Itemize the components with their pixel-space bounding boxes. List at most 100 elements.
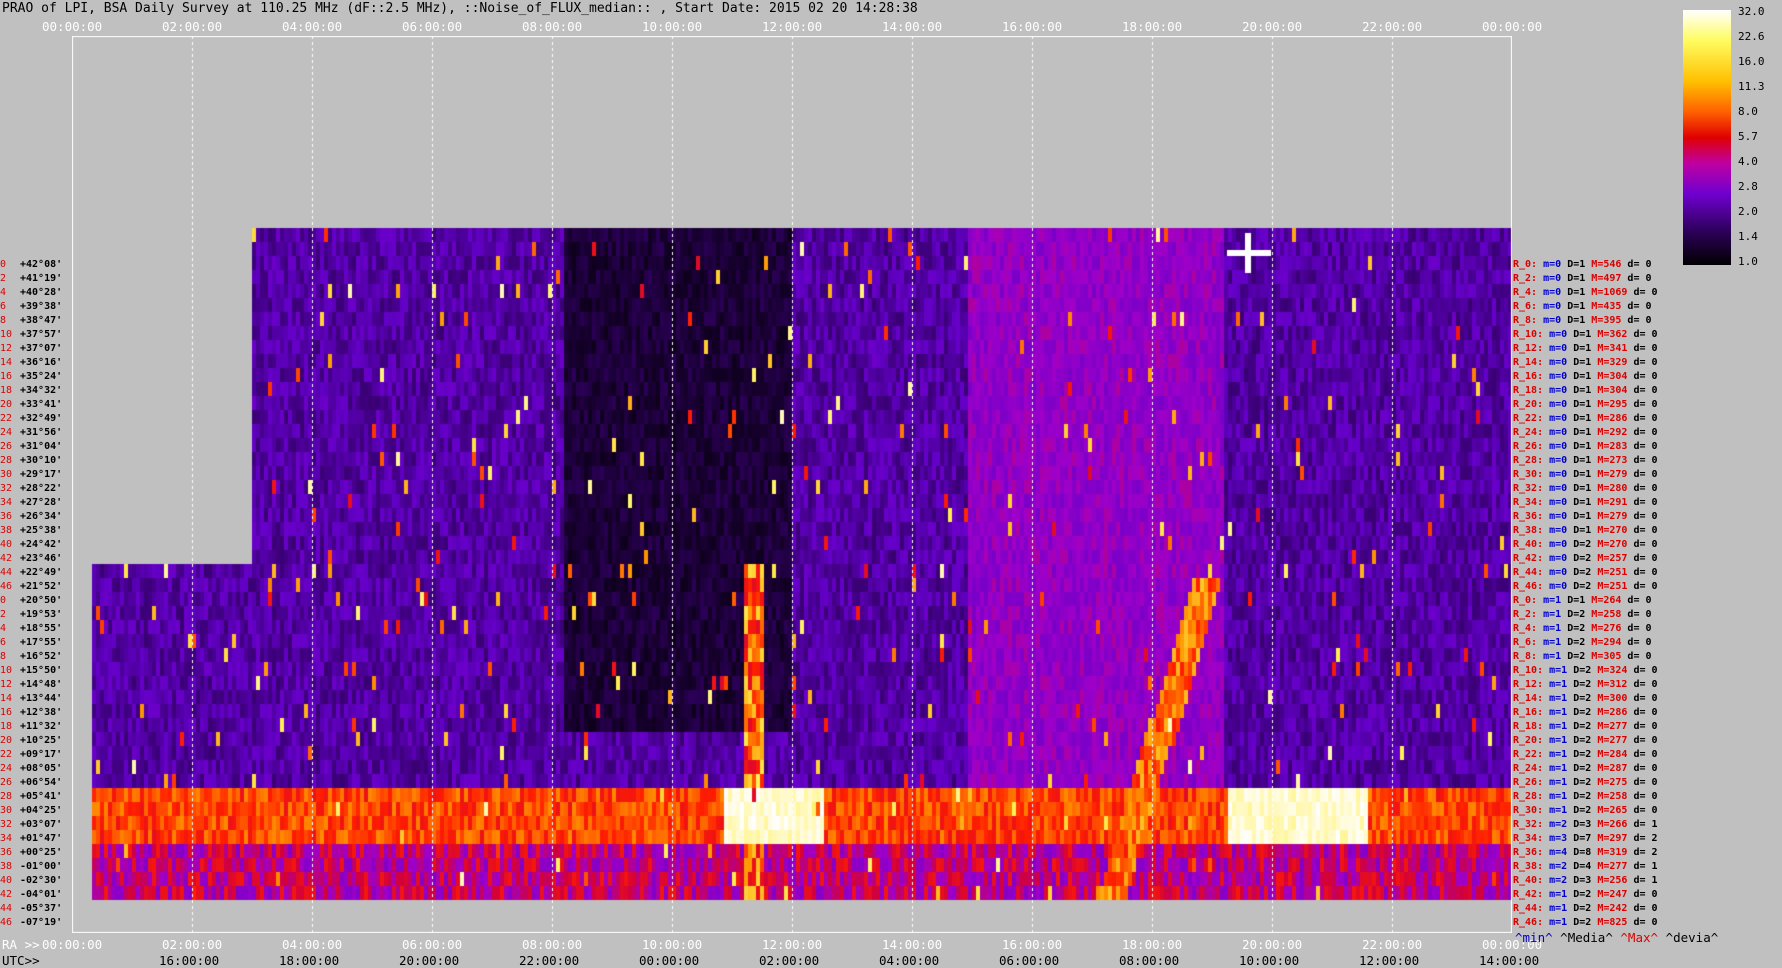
stat-d: D=2 bbox=[1573, 749, 1598, 760]
declination-row-label: 0 +20°50' bbox=[0, 595, 62, 606]
declination-value: +05°41' bbox=[20, 791, 63, 802]
stat-d: D=1 bbox=[1573, 343, 1598, 354]
stat-d: D=2 bbox=[1573, 665, 1598, 676]
declination-row-label: 6 +17°55' bbox=[0, 638, 62, 648]
utc-tick: 06:00:00 bbox=[999, 953, 1060, 968]
stat-dv: d= 0 bbox=[1633, 917, 1658, 928]
top-tick: 22:00:00 bbox=[1362, 19, 1423, 34]
stat-r: R_4: bbox=[1513, 623, 1544, 634]
row-stat: R_46: m=1 D=2 M=825 d= 0 bbox=[1513, 918, 1658, 928]
stat-m: m=0 bbox=[1549, 357, 1574, 368]
stat-mx: M=305 bbox=[1591, 651, 1628, 662]
top-tick: 00:00:00 bbox=[42, 19, 103, 34]
declination-row-label: 2 +19°53' bbox=[0, 610, 62, 620]
stat-dv: d= 1 bbox=[1633, 875, 1658, 886]
stat-dv: d= 2 bbox=[1633, 833, 1658, 844]
utc-tick: 14:00:00 bbox=[1479, 953, 1540, 968]
declination-value: +18°55' bbox=[20, 623, 63, 634]
declination-value: +03°07' bbox=[20, 819, 63, 830]
row-stat: R_44: m=0 D=2 M=251 d= 0 bbox=[1513, 568, 1658, 578]
declination-value: +09°17' bbox=[20, 749, 63, 760]
top-tick: 02:00:00 bbox=[162, 19, 223, 34]
stat-m: m=2 bbox=[1549, 819, 1574, 830]
declination-row-label: 4 +40°28' bbox=[0, 287, 62, 298]
declination-value: +36°16' bbox=[20, 357, 63, 368]
row-index: 4 bbox=[0, 287, 7, 298]
row-index: 0 bbox=[0, 595, 7, 606]
declination-value: +17°55' bbox=[20, 637, 63, 648]
stat-m: m=1 bbox=[1549, 763, 1574, 774]
declination-row-label: 14 +36°16' bbox=[0, 358, 62, 368]
ra-tick: 06:00:00 bbox=[402, 937, 463, 952]
stat-m: m=1 bbox=[1549, 889, 1574, 900]
stat-m: m=1 bbox=[1543, 637, 1568, 648]
stat-mx: M=258 bbox=[1591, 609, 1628, 620]
declination-row-label: 26 +31°04' bbox=[0, 442, 62, 452]
stat-r: R_30: bbox=[1513, 469, 1550, 480]
row-stat: R_6: m=0 D=1 M=435 d= 0 bbox=[1513, 302, 1652, 312]
top-tick: 06:00:00 bbox=[402, 19, 463, 34]
ra-axis-label: RA >> bbox=[2, 937, 40, 952]
declination-row-label: 22 +32°49' bbox=[0, 414, 62, 424]
stat-mx: M=258 bbox=[1597, 791, 1634, 802]
stat-r: R_24: bbox=[1513, 763, 1550, 774]
row-index: 12 bbox=[0, 679, 13, 690]
row-stat: R_0: m=1 D=1 M=264 d= 0 bbox=[1513, 596, 1652, 606]
declination-value: +27°28' bbox=[20, 497, 63, 508]
declination-row-label: 38 -01°00' bbox=[0, 862, 62, 872]
stat-mx: M=283 bbox=[1597, 441, 1634, 452]
stat-dv: d= 0 bbox=[1633, 343, 1658, 354]
colorbar-tick: 1.4 bbox=[1738, 230, 1758, 243]
colorbar-tick: 22.6 bbox=[1738, 30, 1765, 43]
stat-m: m=0 bbox=[1549, 553, 1574, 564]
utc-tick: 18:00:00 bbox=[279, 953, 340, 968]
stat-dv: d= 0 bbox=[1627, 623, 1652, 634]
declination-row-label: 26 +06°54' bbox=[0, 778, 62, 788]
declination-value: +01°47' bbox=[20, 833, 63, 844]
row-index: 14 bbox=[0, 693, 13, 704]
stat-dv: d= 0 bbox=[1633, 763, 1658, 774]
stat-dv: d= 0 bbox=[1633, 749, 1658, 760]
stat-mx: M=265 bbox=[1597, 805, 1634, 816]
stat-r: R_2: bbox=[1513, 273, 1544, 284]
colorbar-tick: 11.3 bbox=[1738, 80, 1765, 93]
stat-r: R_12: bbox=[1513, 679, 1550, 690]
stat-d: D=1 bbox=[1573, 455, 1598, 466]
declination-value: +10°25' bbox=[20, 735, 63, 746]
row-stat: R_22: m=1 D=2 M=284 d= 0 bbox=[1513, 750, 1658, 760]
declination-value: +34°32' bbox=[20, 385, 63, 396]
stat-mx: M=291 bbox=[1597, 497, 1634, 508]
row-index: 30 bbox=[0, 805, 13, 816]
stat-d: D=1 bbox=[1573, 357, 1598, 368]
stat-dv: d= 0 bbox=[1633, 553, 1658, 564]
stat-dv: d= 1 bbox=[1633, 819, 1658, 830]
stat-mx: M=435 bbox=[1591, 301, 1628, 312]
stat-r: R_10: bbox=[1513, 329, 1550, 340]
row-stat: R_10: m=0 D=1 M=362 d= 0 bbox=[1513, 330, 1658, 340]
stat-dv: d= 2 bbox=[1633, 847, 1658, 858]
stat-m: m=1 bbox=[1543, 651, 1568, 662]
stat-r: R_14: bbox=[1513, 693, 1550, 704]
stat-m: m=0 bbox=[1549, 427, 1574, 438]
row-stat: R_22: m=0 D=1 M=286 d= 0 bbox=[1513, 414, 1658, 424]
declination-value: +29°17' bbox=[20, 469, 63, 480]
colorbar-tick: 32.0 bbox=[1738, 5, 1765, 18]
declination-value: +26°34' bbox=[20, 511, 63, 522]
stat-dv: d= 0 bbox=[1633, 525, 1658, 536]
declination-value: +37°57' bbox=[20, 329, 63, 340]
declination-row-label: 44 -05°37' bbox=[0, 904, 62, 914]
declination-value: +28°22' bbox=[20, 483, 63, 494]
row-stat: R_12: m=1 D=2 M=312 d= 0 bbox=[1513, 680, 1658, 690]
top-tick: 08:00:00 bbox=[522, 19, 583, 34]
stat-r: R_8: bbox=[1513, 315, 1544, 326]
stat-d: D=1 bbox=[1573, 329, 1598, 340]
declination-value: +13°44' bbox=[20, 693, 63, 704]
stat-dv: d= 0 bbox=[1633, 427, 1658, 438]
stat-mx: M=276 bbox=[1591, 623, 1628, 634]
colorbar-tick: 1.0 bbox=[1738, 255, 1758, 268]
stat-m: m=0 bbox=[1549, 469, 1574, 480]
stat-dv: d= 0 bbox=[1627, 651, 1652, 662]
stat-m: m=1 bbox=[1543, 595, 1568, 606]
stat-dv: d= 0 bbox=[1633, 497, 1658, 508]
stat-mx: M=297 bbox=[1597, 833, 1634, 844]
